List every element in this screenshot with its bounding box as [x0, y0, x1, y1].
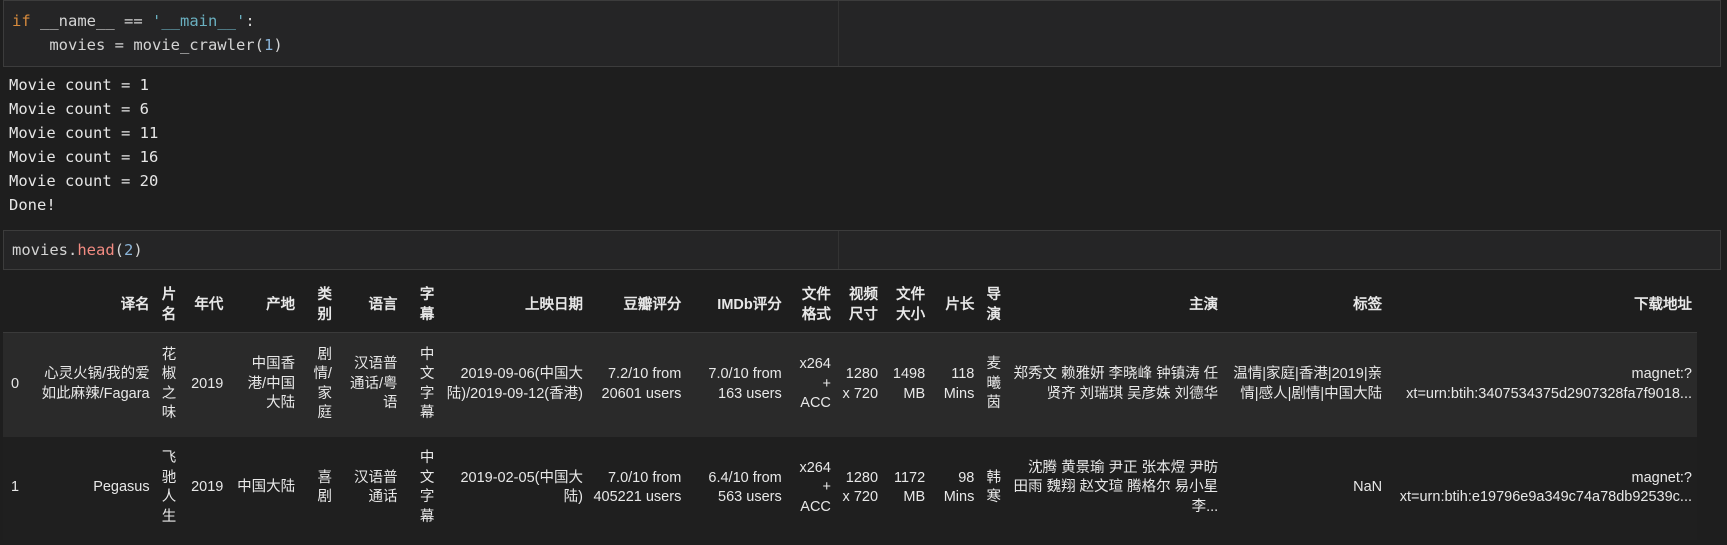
- header-imdb-rating: IMDb评分: [686, 278, 787, 333]
- header-title: 片名: [154, 278, 182, 333]
- cell-douban-rating: 7.0/10 from 405221 users: [593, 469, 682, 506]
- code-name-token: __name__ ==: [30, 12, 152, 30]
- header-video-size: 视频尺寸: [835, 278, 884, 333]
- header-file-format: 文件格式: [786, 278, 836, 333]
- cell-language: 汉语普通话: [354, 469, 398, 506]
- output-line: Movie count = 6: [9, 100, 149, 118]
- code-line-1: if __name__ == '__main__':: [12, 12, 255, 30]
- magnet-hash: xt=urn:btih:e19796e9a349c74a78db92539c..…: [1399, 489, 1692, 505]
- cell-tags: 温情|家庭|香港|2019|亲情|感人|剧情|中国大陆: [1233, 366, 1383, 402]
- cell-download-url: magnet:? xt=urn:btih:3407534375d2907328fa…: [1387, 332, 1697, 437]
- header-genre: 类别: [300, 278, 337, 333]
- header-runtime: 片长: [930, 278, 980, 333]
- cell-douban-rating: 7.2/10 from 20601 users: [601, 366, 682, 402]
- cell-output: Movie count = 1 Movie count = 6 Movie co…: [9, 73, 158, 217]
- table-row: 1 Pegasus 飞驰人生 2019 中国大陆 喜剧 汉语普通话 中文字幕 2…: [3, 436, 1697, 540]
- output-line: Movie count = 20: [9, 172, 159, 190]
- table-header-row: 译名 片名 年代 产地 类别 语言 字幕 上映日期 豆瓣评分 IMDb评分 文件…: [3, 278, 1697, 333]
- header-release-date: 上映日期: [439, 278, 588, 333]
- cell-divider: [838, 1, 839, 66]
- header-download-url: 下载地址: [1387, 278, 1697, 333]
- cell-cast: 沈腾 黄景瑜 尹正 张本煜 尹昉 田雨 魏翔 赵文瑄 腾格尔 易小星 李...: [1013, 459, 1219, 515]
- header-file-size: 文件大小: [883, 278, 931, 333]
- row-index: 1: [11, 479, 20, 496]
- magnet-prefix: magnet:?: [1631, 469, 1692, 486]
- output-line: Movie count = 1: [9, 76, 149, 94]
- cell-director: 麦曦茵: [986, 356, 1001, 412]
- cell-region: 中国香港/中国大陆: [247, 356, 296, 412]
- cell-video-size: 1280 x 720: [842, 366, 879, 402]
- cell-divider: [838, 231, 839, 269]
- keyword-if: if: [12, 12, 31, 30]
- code-method-head: head: [77, 241, 115, 259]
- output-line: Movie count = 11: [9, 124, 159, 142]
- cell-runtime: 98 Mins: [943, 469, 975, 506]
- magnet-prefix: magnet:?: [1631, 366, 1692, 382]
- cell-release-date: 2019-02-05(中国大陆): [460, 469, 583, 506]
- dataframe-table: 译名 片名 年代 产地 类别 语言 字幕 上映日期 豆瓣评分 IMDb评分 文件…: [3, 278, 1697, 540]
- cell-runtime: 118 Mins: [943, 366, 975, 402]
- header-director: 导演: [979, 278, 1006, 333]
- header-language: 语言: [336, 278, 403, 333]
- row-index: 0: [11, 375, 20, 392]
- code-number-arg: 2: [124, 241, 134, 259]
- header-douban-rating: 豆瓣评分: [587, 278, 687, 333]
- cell-release-date: 2019-09-06(中国大陆)/2019-09-12(香港): [446, 366, 583, 402]
- code-cell-main[interactable]: if __name__ == '__main__': movies = movi…: [3, 0, 1721, 67]
- cell-title: 花椒之味: [161, 346, 177, 422]
- cell-file-size: 1498 MB: [892, 366, 926, 402]
- cell-video-size: 1280 x 720: [842, 469, 879, 506]
- cell-file-format: x264 + ACC: [799, 356, 831, 412]
- output-line: Done!: [9, 196, 56, 214]
- code-string-main: '__main__': [152, 12, 246, 30]
- cell-language: 汉语普通话/粤语: [350, 356, 398, 412]
- cell-imdb-rating: 6.4/10 from 563 users: [708, 469, 782, 506]
- cell-cast: 郑秀文 赖雅妍 李晓峰 钟镇涛 任贤齐 刘瑞琪 吴彦姝 刘德华: [1013, 366, 1219, 402]
- cell-translated-name: Pegasus: [93, 479, 150, 496]
- cell-genre: 喜剧: [317, 469, 332, 506]
- code-object: movies.: [12, 241, 78, 259]
- cell-file-format: x264 + ACC: [799, 459, 831, 515]
- cell-subtitles: 中文字幕: [419, 450, 435, 525]
- header-cast: 主演: [1005, 278, 1224, 333]
- output-line: Movie count = 16: [9, 148, 159, 166]
- cell-file-size: 1172 MB: [893, 469, 926, 506]
- header-tags: 标签: [1223, 278, 1388, 333]
- table-row: 0 心灵火锅/我的爱如此麻辣/Fagara 花椒之味 2019 中国香港/中国大…: [3, 332, 1697, 437]
- cell-region: 中国大陆: [237, 479, 296, 496]
- code-open-paren: (: [114, 241, 124, 259]
- code-line-2: movies = movie_crawler(1): [12, 36, 283, 54]
- code-close-paren: ): [133, 241, 143, 259]
- code-cell-head[interactable]: movies.head(2): [3, 230, 1721, 270]
- code-assignment: movies = movie_crawler(: [12, 36, 264, 54]
- cell-title: 飞驰人生: [161, 450, 177, 525]
- cell-year: 2019: [191, 375, 224, 392]
- code-close-paren: ): [273, 36, 283, 54]
- header-subtitles: 字幕: [402, 278, 440, 333]
- magnet-hash: xt=urn:btih:3407534375d2907328fa7f9018..…: [1406, 385, 1692, 402]
- cell-tags: NaN: [1353, 479, 1383, 496]
- cell-subtitles: 中文字幕: [419, 346, 435, 422]
- code-colon: :: [245, 12, 255, 30]
- header-translated-name: 译名: [35, 278, 155, 333]
- cell-year: 2019: [191, 479, 224, 496]
- header-year: 年代: [181, 278, 229, 333]
- cell-download-url: magnet:? xt=urn:btih:e19796e9a349c74a78db…: [1387, 437, 1697, 540]
- header-region: 产地: [228, 278, 301, 333]
- cell-genre: 剧情/家庭: [313, 346, 332, 422]
- cell-imdb-rating: 7.0/10 from 163 users: [708, 366, 782, 402]
- header-index: [3, 278, 36, 333]
- code-number-arg: 1: [263, 36, 274, 54]
- cell-director: 韩寒: [986, 469, 1001, 506]
- cell-translated-name: 心灵火锅/我的爱如此麻辣/Fagara: [41, 366, 150, 402]
